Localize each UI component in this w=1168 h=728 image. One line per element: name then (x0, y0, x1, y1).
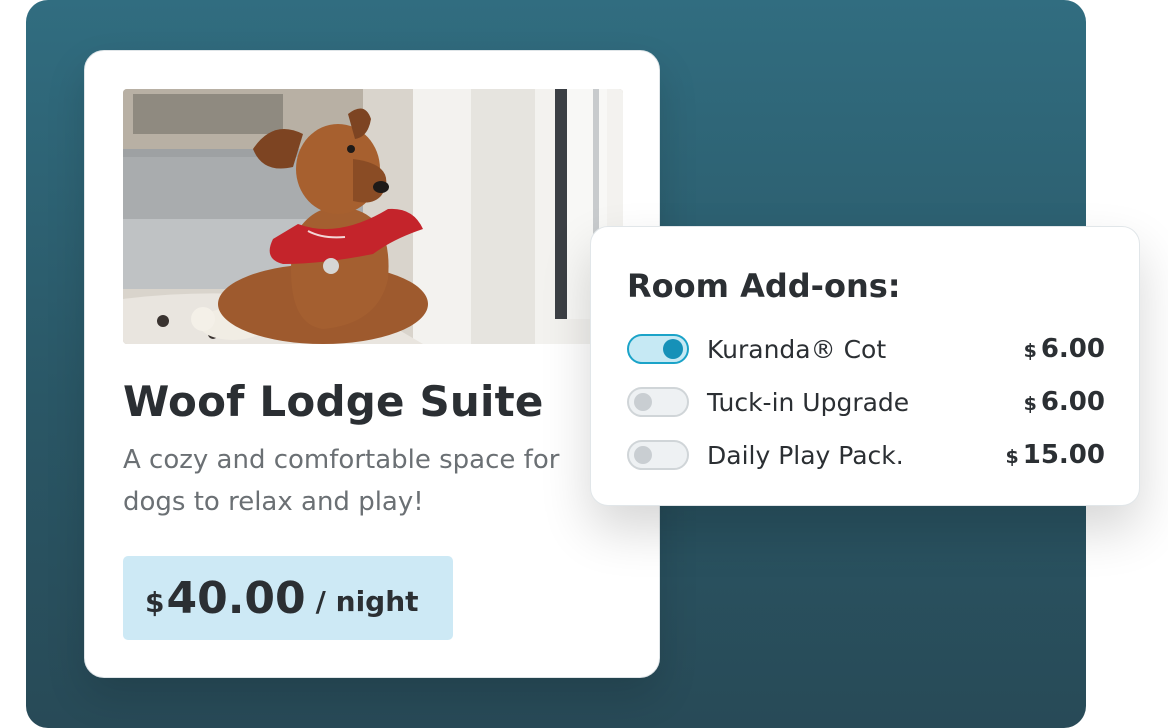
price-badge: $ 40.00 / night (123, 556, 453, 640)
price-currency: $ (1005, 446, 1019, 468)
addon-label: Daily Play Pack. (707, 440, 904, 470)
addon-row-tuck-in-upgrade[interactable]: Tuck-in Upgrade $ 6.00 (627, 384, 1105, 420)
addon-row-daily-play-pack[interactable]: Daily Play Pack. $ 15.00 (627, 437, 1105, 473)
toggle-knob (634, 393, 652, 411)
price-currency: $ (1023, 393, 1037, 415)
room-title: Woof Lodge Suite (123, 377, 544, 426)
price-amount: 40.00 (166, 572, 306, 624)
addon-row-kuranda-cot[interactable]: Kuranda® Cot $ 6.00 (627, 331, 1105, 367)
addon-label: Tuck-in Upgrade (707, 387, 910, 417)
room-card[interactable]: Woof Lodge Suite A cozy and comfortable … (84, 50, 660, 678)
price-amount: 15.00 (1022, 440, 1105, 470)
price-currency: $ (1023, 340, 1037, 362)
addons-card: Room Add-ons: Kuranda® Cot $ 6.00 Tuck-i… (590, 226, 1140, 506)
dog-photo (123, 89, 623, 344)
addon-price: $ 6.00 (1024, 387, 1105, 417)
tuck-in-upgrade-toggle[interactable] (627, 387, 689, 417)
kuranda-cot-toggle[interactable] (627, 334, 689, 364)
toggle-knob (634, 446, 652, 464)
addon-price: $ 15.00 (1006, 440, 1105, 470)
addons-title: Room Add-ons: (627, 267, 901, 305)
promo-stage: Woof Lodge Suite A cozy and comfortable … (0, 0, 1168, 728)
price-currency: $ (145, 585, 165, 619)
room-description: A cozy and comfortable space for dogs to… (123, 445, 560, 517)
daily-play-pack-toggle[interactable] (627, 440, 689, 470)
addon-label: Kuranda® Cot (707, 334, 887, 364)
addon-price: $ 6.00 (1024, 334, 1105, 364)
price-amount: 6.00 (1040, 334, 1105, 364)
price-amount: 6.00 (1040, 387, 1105, 417)
price-unit: / night (315, 584, 419, 618)
toggle-knob (663, 339, 683, 359)
